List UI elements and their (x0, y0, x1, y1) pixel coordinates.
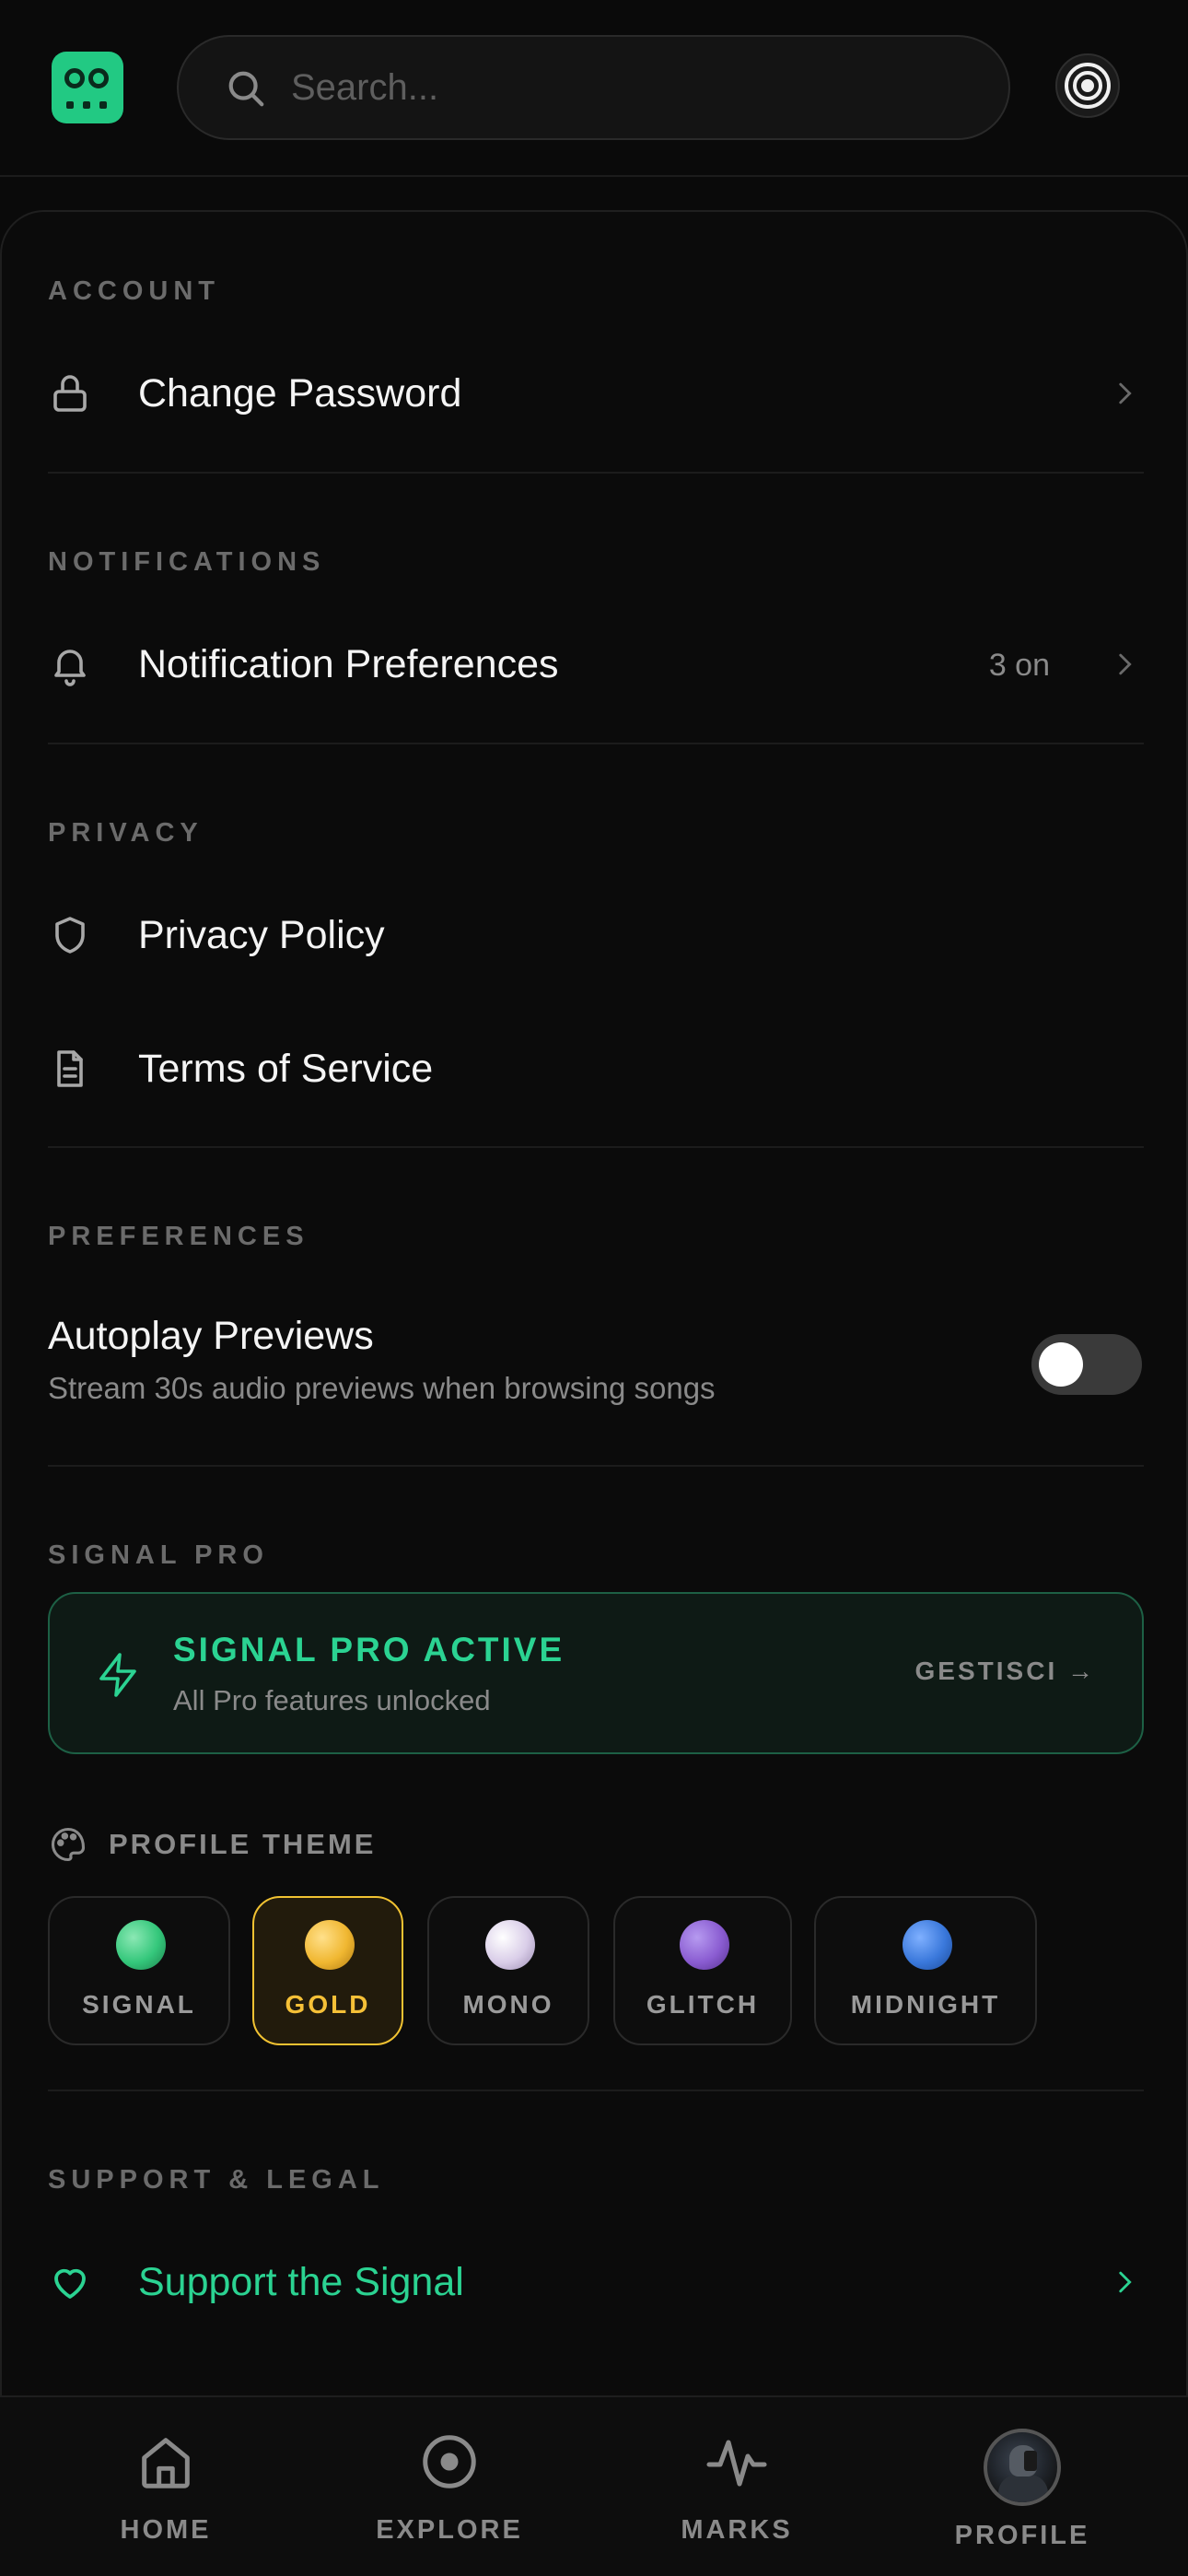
nav-explore-label: EXPLORE (376, 2515, 523, 2545)
top-bar (0, 0, 1188, 177)
change-password-label: Change Password (138, 371, 462, 416)
robot-face-icon[interactable] (52, 52, 123, 123)
notification-preferences-row[interactable]: Notification Preferences 3 on (48, 615, 1144, 716)
autoplay-previews-title: Autoplay Previews (48, 1314, 374, 1358)
theme-chip-midnight[interactable]: MIDNIGHT (814, 1896, 1037, 2045)
theme-name: GLITCH (646, 1990, 760, 2019)
chevron-right-icon (1109, 2266, 1140, 2302)
signal-pro-card[interactable]: SIGNAL PRO ACTIVE All Pro features unloc… (48, 1592, 1144, 1754)
divider (48, 743, 1144, 744)
nav-home-label: HOME (120, 2515, 212, 2545)
search-bar[interactable] (177, 35, 1010, 140)
home-icon (64, 2429, 267, 2495)
theme-chip-glitch[interactable]: GLITCH (613, 1896, 792, 2045)
support-the-signal-label: Support the Signal (138, 2260, 464, 2304)
nav-home[interactable]: HOME (64, 2429, 267, 2546)
divider (48, 2090, 1144, 2091)
theme-swatch (680, 1920, 729, 1970)
disc-icon (348, 2429, 551, 2495)
section-title-preferences: PREFERENCES (48, 1222, 309, 1251)
autoplay-previews-subtitle: Stream 30s audio previews when browsing … (48, 1371, 716, 1405)
theme-name: GOLD (285, 1990, 371, 2019)
support-the-signal-row[interactable]: Support the Signal (48, 2232, 1144, 2334)
toggle-knob (1039, 1342, 1083, 1387)
theme-swatch (903, 1920, 952, 1970)
change-password-row[interactable]: Change Password (48, 344, 1144, 445)
theme-swatch (485, 1920, 535, 1970)
search-icon (225, 67, 267, 114)
signal-pro-status-subtitle: All Pro features unlocked (173, 1684, 491, 1716)
profile-avatar-container (921, 2429, 1124, 2506)
bottom-nav: HOME EXPLORE MARKS PROFILE (0, 2395, 1188, 2576)
settings-panel: ACCOUNT Change Password NOTIFICATIONS No… (0, 210, 1188, 2421)
manage-pro-link[interactable]: GESTISCI → (915, 1657, 1096, 1686)
document-icon (48, 1047, 92, 1091)
theme-swatch (116, 1920, 166, 1970)
search-input[interactable] (291, 55, 973, 120)
autoplay-toggle[interactable] (1031, 1334, 1142, 1395)
section-title-privacy: PRIVACY (48, 818, 204, 848)
target-icon[interactable] (1055, 53, 1120, 118)
privacy-policy-label: Privacy Policy (138, 913, 385, 957)
profile-theme-title: PROFILE THEME (109, 1828, 377, 1860)
palette-icon (48, 1824, 88, 1869)
theme-name: MIDNIGHT (850, 1990, 1001, 2019)
divider (48, 1465, 1144, 1467)
avatar (984, 2429, 1061, 2506)
shield-icon (48, 913, 92, 957)
nav-profile[interactable]: PROFILE (921, 2429, 1124, 2551)
nav-marks-label: MARKS (681, 2515, 793, 2545)
privacy-policy-row[interactable]: Privacy Policy (48, 885, 1144, 987)
theme-name: SIGNAL (82, 1990, 196, 2019)
theme-name: MONO (462, 1990, 554, 2019)
lock-icon (48, 371, 92, 416)
section-title-signal-pro: SIGNAL PRO (48, 1540, 269, 1570)
nav-marks[interactable]: MARKS (635, 2429, 838, 2546)
notification-count: 3 on (988, 648, 1050, 683)
section-title-notifications: NOTIFICATIONS (48, 547, 326, 577)
theme-chip-signal[interactable]: SIGNAL (48, 1896, 230, 2045)
heart-icon (48, 2260, 92, 2304)
nav-profile-label: PROFILE (954, 2521, 1090, 2550)
pulse-icon (635, 2429, 838, 2495)
theme-chip-gold[interactable]: GOLD (252, 1896, 403, 2045)
nav-explore[interactable]: EXPLORE (348, 2429, 551, 2546)
lightning-icon (96, 1651, 140, 1704)
divider (48, 1146, 1144, 1148)
theme-chip-mono[interactable]: MONO (427, 1896, 589, 2045)
signal-pro-status-title: SIGNAL PRO ACTIVE (173, 1631, 565, 1669)
terms-of-service-label: Terms of Service (138, 1047, 434, 1091)
theme-swatch (305, 1920, 355, 1970)
chevron-right-icon (1109, 649, 1140, 685)
chevron-right-icon (1109, 378, 1140, 414)
bell-icon (48, 642, 92, 686)
notification-preferences-label: Notification Preferences (138, 642, 559, 686)
terms-of-service-row[interactable]: Terms of Service (48, 1019, 1144, 1120)
section-title-account: ACCOUNT (48, 276, 220, 306)
divider (48, 472, 1144, 474)
section-title-support: SUPPORT & LEGAL (48, 2165, 385, 2195)
